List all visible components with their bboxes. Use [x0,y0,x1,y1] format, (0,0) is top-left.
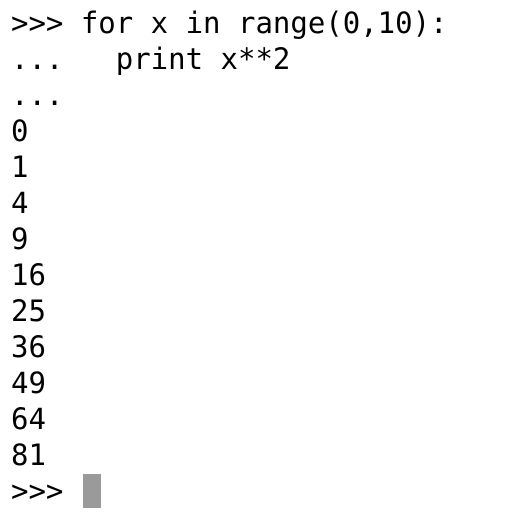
output-line: 0 [11,113,510,149]
output-text: 9 [11,222,29,256]
current-prompt: >>> [11,474,81,508]
python-terminal[interactable]: >>> for x in range(0,10): ... print x**2… [0,0,510,518]
output-text: 36 [11,330,46,364]
output-text: 25 [11,294,46,328]
output-text: 16 [11,258,46,292]
output-line: 25 [11,293,510,329]
output-line: 49 [11,365,510,401]
output-text: 49 [11,366,46,400]
output-line: 36 [11,329,510,365]
code-text: print x**2 [115,42,291,76]
terminal-line: ... print x**2 [11,41,510,77]
output-line: 81 [11,437,510,473]
output-text: 81 [11,438,46,472]
code-text: for x in range(0,10): [80,6,448,40]
output-text: 64 [11,402,46,436]
output-text: 0 [11,114,29,148]
terminal-line: >>> for x in range(0,10): [11,5,510,41]
output-text: 4 [11,186,29,220]
output-line: 16 [11,257,510,293]
text-cursor[interactable] [82,474,101,508]
terminal-line: ... [11,77,510,113]
prompt-text: ... [11,42,116,76]
output-line: 1 [11,149,510,185]
output-line: 4 [11,185,510,221]
prompt-text: ... [11,78,64,112]
input-line[interactable]: >>> [11,473,510,509]
output-text: 1 [11,150,29,184]
output-line: 9 [11,221,510,257]
prompt-text: >>> [11,6,81,40]
output-line: 64 [11,401,510,437]
